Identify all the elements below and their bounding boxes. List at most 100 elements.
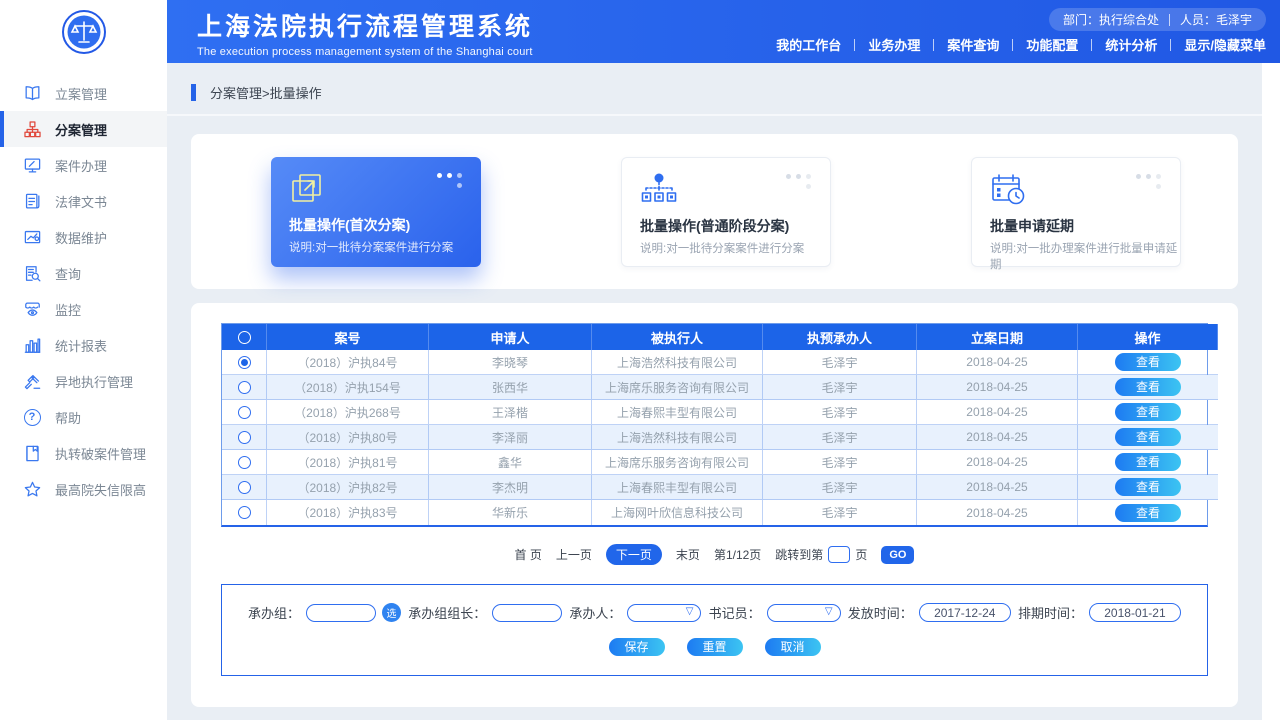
row-radio[interactable] <box>238 406 251 419</box>
schedule-date-picker[interactable]: 2018-01-21 <box>1089 603 1181 622</box>
table-row: （2018）沪执82号 李杰明 上海春熙丰型有限公司 毛泽宇 2018-04-2… <box>222 475 1207 500</box>
cell-applicant: 李晓琴 <box>429 350 592 375</box>
sidebar-item-dishonesty-restriction[interactable]: 最高院失信限高 <box>0 471 167 507</box>
reset-button[interactable]: 重置 <box>687 638 743 656</box>
go-button[interactable]: GO <box>881 546 914 564</box>
sidebar-item-monitoring[interactable]: 监控 <box>0 291 167 327</box>
breadcrumb-marker <box>191 84 196 101</box>
sidebar-item-case-assignment[interactable]: 分案管理 <box>0 111 167 147</box>
nav-item-config[interactable]: 功能配置 <box>1026 35 1078 54</box>
save-button[interactable]: 保存 <box>609 638 665 656</box>
card-batch-extension-request[interactable]: 批量申请延期 说明:对一批办理案件进行批量申请延期 <box>971 157 1181 267</box>
pagination-next[interactable]: 下一页 <box>606 544 662 565</box>
row-radio[interactable] <box>238 456 251 469</box>
view-button[interactable]: 查看 <box>1115 504 1181 522</box>
sidebar-item-label: 案件办理 <box>55 156 107 175</box>
sidebar-item-label: 执转破案件管理 <box>55 444 146 463</box>
table-body: （2018）沪执84号 李晓琴 上海浩然科技有限公司 毛泽宇 2018-04-2… <box>222 350 1207 525</box>
pagination: 首 页 上一页 下一页 末页 第1/12页 跳转到第 页 GO <box>221 544 1208 565</box>
nav-divider <box>1012 39 1013 51</box>
star-icon <box>22 479 42 499</box>
cell-filing-date: 2018-04-25 <box>917 475 1078 500</box>
breadcrumb: 分案管理>批量操作 <box>167 63 1262 116</box>
case-list-panel: 案号 申请人 被执行人 执预承办人 立案日期 操作 （2018）沪执84号 李晓… <box>191 303 1238 707</box>
sidebar-item-label: 分案管理 <box>55 120 107 139</box>
sidebar-item-help[interactable]: ? 帮助 <box>0 399 167 435</box>
card-title: 批量申请延期 <box>990 216 1074 236</box>
nav-item-business[interactable]: 业务办理 <box>868 35 920 54</box>
monitor-icon <box>22 155 42 175</box>
column-header-case-no: 案号 <box>267 324 429 350</box>
sidebar-item-remote-execution[interactable]: 异地执行管理 <box>0 363 167 399</box>
clerk-label: 书记员： <box>709 603 761 622</box>
view-button[interactable]: 查看 <box>1115 353 1181 371</box>
view-button[interactable]: 查看 <box>1115 428 1181 446</box>
jump-page-input[interactable] <box>828 546 850 563</box>
cell-respondent: 上海席乐服务咨询有限公司 <box>592 375 763 400</box>
table-row: （2018）沪执154号 张西华 上海席乐服务咨询有限公司 毛泽宇 2018-0… <box>222 375 1207 400</box>
nav-divider <box>854 39 855 51</box>
card-description: 说明:对一批待分案案件进行分案 <box>640 240 804 256</box>
pagination-last[interactable]: 末页 <box>676 546 700 563</box>
card-menu-dots-icon[interactable] <box>437 173 465 191</box>
pagination-first[interactable]: 首 页 <box>515 546 542 563</box>
cell-respondent: 上海网叶欣信息科技公司 <box>592 500 763 525</box>
sidebar-item-label: 法律文书 <box>55 192 107 211</box>
table-row: （2018）沪执80号 李泽丽 上海浩然科技有限公司 毛泽宇 2018-04-2… <box>222 425 1207 450</box>
view-button[interactable]: 查看 <box>1115 378 1181 396</box>
card-batch-stage-assignment[interactable]: 批量操作(普通阶段分案) 说明:对一批待分案案件进行分案 <box>621 157 831 267</box>
sidebar-item-case-handling[interactable]: 案件办理 <box>0 147 167 183</box>
sidebar-item-legal-documents[interactable]: 法律文书 <box>0 183 167 219</box>
issue-date-picker[interactable]: 2017-12-24 <box>919 603 1011 622</box>
card-batch-first-assignment[interactable]: 批量操作(首次分案) 说明:对一批待分案案件进行分案 <box>271 157 481 267</box>
select-all-radio[interactable] <box>238 331 251 344</box>
cell-handler: 毛泽宇 <box>763 400 917 425</box>
handling-group-input[interactable] <box>306 604 376 622</box>
sidebar-item-bankruptcy-cases[interactable]: 执转破案件管理 <box>0 435 167 471</box>
clerk-select[interactable]: ▽ <box>767 604 841 622</box>
pagination-prev[interactable]: 上一页 <box>556 546 592 563</box>
row-radio[interactable] <box>238 506 251 519</box>
sidebar-item-case-filing[interactable]: 立案管理 <box>0 75 167 111</box>
choose-group-button[interactable]: 选 <box>382 603 401 622</box>
app-title: 上海法院执行流程管理系统 <box>197 7 533 43</box>
card-menu-dots-icon[interactable] <box>1136 174 1164 192</box>
cell-respondent: 上海浩然科技有限公司 <box>592 425 763 450</box>
pagination-jump: 跳转到第 页 <box>775 546 867 563</box>
nav-item-statistics[interactable]: 统计分析 <box>1105 35 1157 54</box>
row-radio[interactable] <box>238 381 251 394</box>
view-button[interactable]: 查看 <box>1115 478 1181 496</box>
document-icon <box>22 191 42 211</box>
sidebar-item-statistical-reports[interactable]: 统计报表 <box>0 327 167 363</box>
view-button[interactable]: 查看 <box>1115 453 1181 471</box>
pill-divider <box>1169 14 1170 26</box>
cell-case-no: （2018）沪执80号 <box>267 425 429 450</box>
document-search-icon <box>22 263 42 283</box>
row-radio[interactable] <box>238 481 251 494</box>
row-radio[interactable] <box>238 356 251 369</box>
sidebar-item-query[interactable]: 查询 <box>0 255 167 291</box>
cell-handler: 毛泽宇 <box>763 375 917 400</box>
cancel-button[interactable]: 取消 <box>765 638 821 656</box>
field-handling-group: 承办组： 选 <box>248 603 401 622</box>
department-label: 部门：执行综合处 <box>1063 11 1159 28</box>
assignment-form: 承办组： 选 承办组组长： 承办人： ▽ 书记员： ▽ <box>221 584 1208 676</box>
row-radio[interactable] <box>238 431 251 444</box>
card-description: 说明:对一批待分案案件进行分案 <box>289 239 453 255</box>
nav-item-case-query[interactable]: 案件查询 <box>947 35 999 54</box>
view-button[interactable]: 查看 <box>1115 403 1181 421</box>
top-header: 上海法院执行流程管理系统 The execution process manag… <box>0 0 1280 63</box>
cell-handler: 毛泽宇 <box>763 350 917 375</box>
cell-case-no: （2018）沪执83号 <box>267 500 429 525</box>
nav-item-toggle-menu[interactable]: 显示/隐藏菜单 <box>1184 35 1266 54</box>
field-group-leader: 承办组组长： <box>408 603 562 622</box>
card-menu-dots-icon[interactable] <box>786 174 814 192</box>
group-leader-input[interactable] <box>492 604 562 622</box>
handler-select[interactable]: ▽ <box>627 604 701 622</box>
sidebar-item-data-maintenance[interactable]: 数据维护 <box>0 219 167 255</box>
book-icon <box>22 83 42 103</box>
user-info-pill: 部门：执行综合处 人员：毛泽宇 <box>1049 8 1266 31</box>
bar-chart-icon <box>22 335 42 355</box>
notebook-icon <box>22 443 42 463</box>
nav-item-workbench[interactable]: 我的工作台 <box>776 35 841 54</box>
